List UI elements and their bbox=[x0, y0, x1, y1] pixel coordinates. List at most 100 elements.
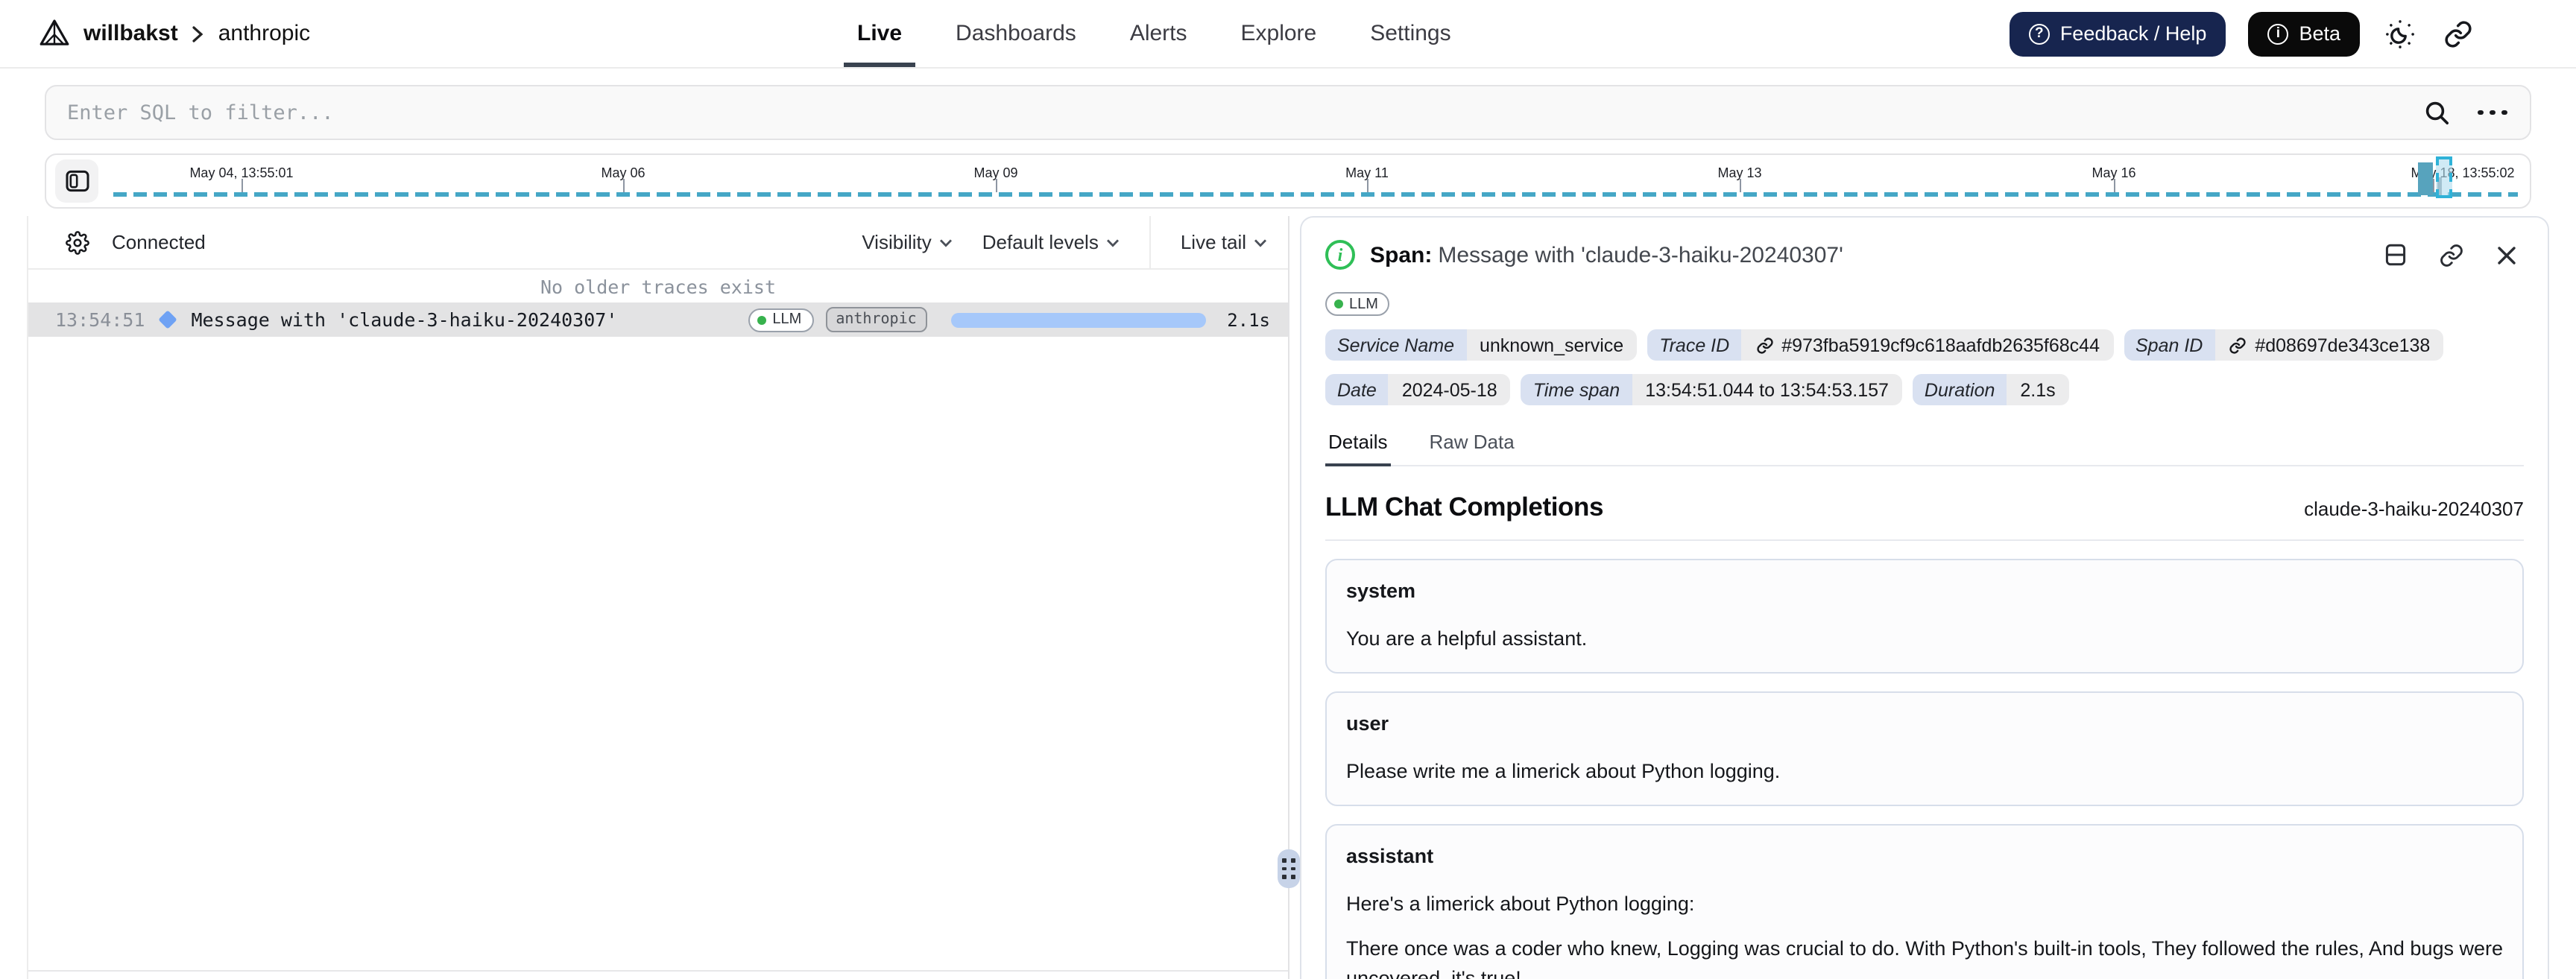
message-role: assistant bbox=[1346, 845, 1434, 868]
theme-toggle-icon[interactable] bbox=[2382, 16, 2418, 51]
search-icon[interactable] bbox=[2419, 95, 2455, 130]
connection-status: Connected bbox=[112, 231, 206, 253]
no-older-traces-message: No older traces exist bbox=[540, 276, 777, 298]
timeline-tick: May 16 bbox=[2092, 165, 2136, 180]
service-name-value: unknown_service bbox=[1466, 329, 1638, 361]
date-value: 2024-05-18 bbox=[1388, 374, 1511, 405]
trace-duration: 2.1s bbox=[1227, 309, 1270, 330]
timeline-tickline bbox=[2433, 179, 2434, 192]
llm-badge: LLM bbox=[748, 308, 814, 332]
span-detail-panel: i Span: Message with 'claude-3-haiku-2024… bbox=[1300, 216, 2549, 979]
tab-raw-data[interactable]: Raw Data bbox=[1427, 425, 1518, 465]
timeline-histogram-bar bbox=[2418, 162, 2433, 195]
settings-gear-icon[interactable] bbox=[64, 229, 91, 256]
message-content: You are a helpful assistant. bbox=[1346, 627, 1588, 650]
timeline-baseline bbox=[113, 192, 2518, 197]
nav-tab-explore[interactable]: Explore bbox=[1241, 0, 1317, 67]
timeline-chart[interactable]: May 04, 13:55:01 May 06 May 09 May 11 Ma… bbox=[110, 156, 2521, 201]
message-card-system: system You are a helpful assistant. bbox=[1325, 559, 2524, 674]
nav-tab-settings[interactable]: Settings bbox=[1370, 0, 1450, 67]
llm-badge: LLM bbox=[1325, 292, 1390, 316]
llm-badge-label: LLM bbox=[772, 311, 802, 328]
nav-tab-dashboards[interactable]: Dashboards bbox=[956, 0, 1076, 67]
app-logo-icon[interactable] bbox=[39, 18, 70, 49]
sql-filter-input[interactable] bbox=[67, 101, 2399, 124]
timeline-tick: May 09 bbox=[973, 165, 1018, 180]
timeline-tick: May 04, 13:55:01 bbox=[189, 165, 294, 180]
resize-grip-handle[interactable] bbox=[1278, 849, 1300, 888]
share-link-icon[interactable] bbox=[2440, 16, 2476, 51]
feedback-help-label: Feedback / Help bbox=[2059, 22, 2207, 45]
span-detail-tabs: Details Raw Data bbox=[1325, 425, 2524, 466]
service-name-label: Service Name bbox=[1325, 329, 1466, 361]
source-badge: anthropic bbox=[825, 307, 927, 332]
trace-id-link-icon[interactable] bbox=[1755, 335, 1774, 355]
span-header-icons bbox=[2378, 237, 2524, 273]
time-span-label: Time span bbox=[1521, 374, 1632, 405]
live-tail-dropdown[interactable]: Live tail bbox=[1181, 231, 1267, 253]
more-options-icon[interactable] bbox=[2476, 104, 2509, 121]
user-avatar[interactable] bbox=[2498, 14, 2537, 53]
trace-timestamp: 13:54:51 bbox=[55, 308, 145, 331]
span-meta-row-1: Service Name unknown_service Trace ID #9… bbox=[1325, 329, 2524, 361]
header-separator bbox=[1149, 216, 1151, 268]
close-icon[interactable] bbox=[2488, 237, 2524, 273]
message-role: user bbox=[1346, 712, 1389, 735]
span-id-value[interactable]: #d08697de343ce138 bbox=[2255, 335, 2430, 355]
llm-badge-label: LLM bbox=[1349, 296, 1378, 312]
span-title-text: Message with 'claude-3-haiku-20240307' bbox=[1438, 242, 1843, 267]
side-by-side-icon[interactable] bbox=[2378, 237, 2414, 273]
span-title-prefix: Span: bbox=[1370, 242, 1433, 267]
trace-duration-bar bbox=[950, 312, 1207, 327]
info-circle-icon: i bbox=[2267, 23, 2289, 44]
default-levels-label: Default levels bbox=[982, 231, 1099, 253]
time-span-pill: Time span 13:54:51.044 to 13:54:53.157 bbox=[1521, 374, 1902, 405]
duration-label: Duration bbox=[1912, 374, 2007, 405]
tab-details[interactable]: Details bbox=[1325, 425, 1391, 466]
duration-value: 2.1s bbox=[2007, 374, 2069, 405]
trace-list-panel: Connected Visibility Default levels Live… bbox=[28, 216, 1288, 972]
top-nav-bar: willbakst anthropic Live Dashboards Aler… bbox=[0, 0, 2576, 69]
breadcrumb: willbakst anthropic bbox=[39, 18, 310, 49]
message-content: There once was a coder who knew, Logging… bbox=[1346, 937, 2503, 979]
section-title: LLM Chat Completions bbox=[1325, 492, 1604, 522]
nav-tab-alerts[interactable]: Alerts bbox=[1130, 0, 1187, 67]
time-span-value: 13:54:51.044 to 13:54:53.157 bbox=[1632, 374, 1902, 405]
span-id-link-icon[interactable] bbox=[2228, 335, 2247, 355]
span-info-icon: i bbox=[1325, 240, 1355, 270]
copy-link-icon[interactable] bbox=[2433, 237, 2469, 273]
span-badges: LLM bbox=[1325, 289, 2524, 316]
default-levels-dropdown[interactable]: Default levels bbox=[982, 231, 1120, 253]
trace-list-header: Connected Visibility Default levels Live… bbox=[28, 216, 1288, 270]
sidebar-toggle-button[interactable] bbox=[55, 159, 98, 203]
trace-id-value[interactable]: #973fba5919cf9c618aafdb2635f68c44 bbox=[1781, 335, 2100, 355]
span-diamond-icon bbox=[158, 310, 178, 329]
visibility-dropdown[interactable]: Visibility bbox=[862, 231, 952, 253]
date-pill: Date 2024-05-18 bbox=[1325, 374, 1511, 405]
trace-title: Message with 'claude-3-haiku-20240307' bbox=[191, 308, 618, 331]
beta-button[interactable]: i Beta bbox=[2248, 11, 2360, 56]
trace-row[interactable]: 13:54:51 Message with 'claude-3-haiku-20… bbox=[28, 302, 1288, 337]
timeline-selection-brush[interactable] bbox=[2436, 156, 2452, 198]
green-dot-icon bbox=[757, 315, 767, 324]
chevron-down-icon bbox=[1254, 238, 1267, 247]
main-split-view: Connected Visibility Default levels Live… bbox=[27, 216, 2549, 979]
timeline-tickline bbox=[1740, 179, 1741, 192]
visibility-label: Visibility bbox=[862, 231, 932, 253]
timeline-tickline bbox=[996, 179, 997, 192]
feedback-help-button[interactable]: ? Feedback / Help bbox=[2009, 11, 2226, 56]
message-card-assistant: assistant Here's a limerick about Python… bbox=[1325, 824, 2524, 979]
timeline-tick: May 11 bbox=[1345, 165, 1389, 180]
timeline-panel: May 04, 13:55:01 May 06 May 09 May 11 Ma… bbox=[45, 153, 2531, 209]
timeline-tickline bbox=[1367, 179, 1368, 192]
breadcrumb-project[interactable]: anthropic bbox=[218, 21, 310, 46]
duration-pill: Duration 2.1s bbox=[1912, 374, 2069, 405]
breadcrumb-org[interactable]: willbakst bbox=[83, 21, 178, 46]
question-circle-icon: ? bbox=[2028, 23, 2050, 44]
live-tail-label: Live tail bbox=[1180, 231, 1246, 253]
date-label: Date bbox=[1325, 374, 1389, 405]
section-divider bbox=[1325, 539, 2524, 541]
nav-tab-live[interactable]: Live bbox=[843, 0, 916, 67]
span-id-pill: Span ID #d08697de343ce138 bbox=[2124, 329, 2444, 361]
span-meta-row-2: Date 2024-05-18 Time span 13:54:51.044 t… bbox=[1325, 374, 2524, 405]
